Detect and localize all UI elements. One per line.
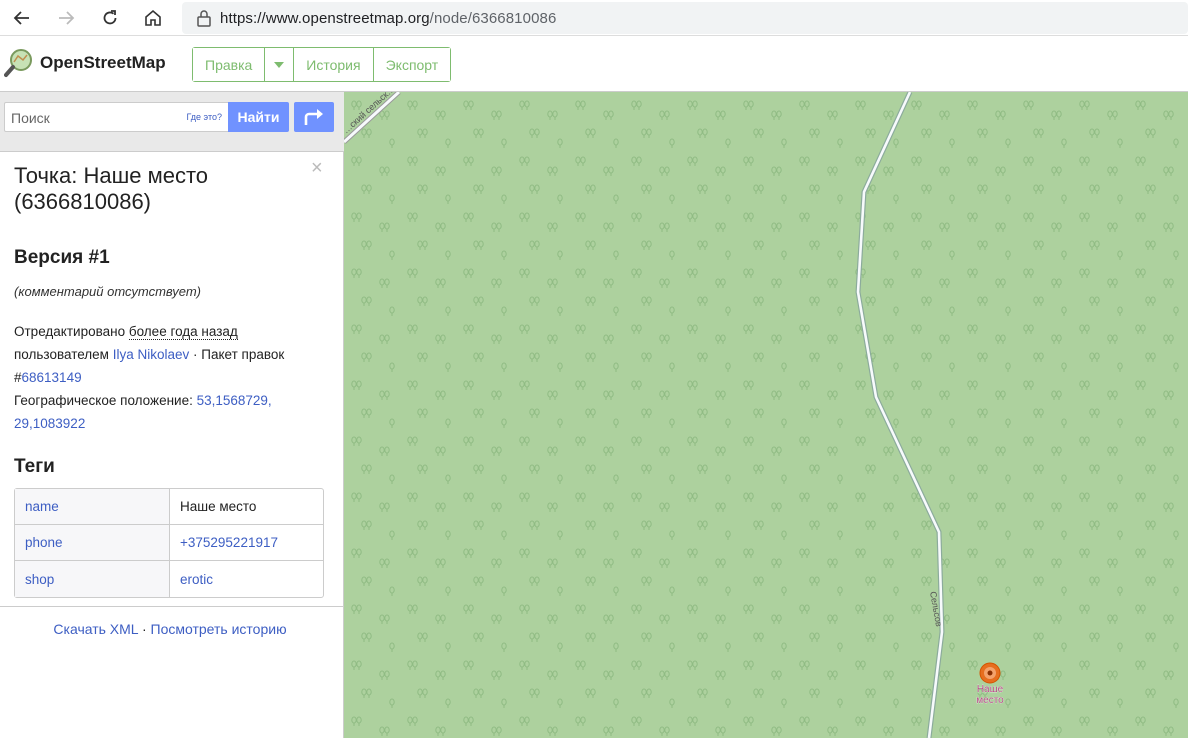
site-header: OpenStreetMap Правка История Экспорт	[0, 36, 1188, 92]
tag-key[interactable]: name	[15, 489, 170, 525]
tag-key[interactable]: shop	[15, 561, 170, 597]
tab-edit[interactable]: Правка	[193, 48, 266, 81]
version-heading: Версия #1	[14, 247, 110, 268]
footer-links: Скачать XML · Посмотреть историю	[0, 621, 340, 637]
edited-time: более года назад	[128, 324, 238, 340]
table-row: phone +375295221917	[15, 525, 323, 561]
address-bar[interactable]: https://www.openstreetmap.org/node/63668…	[182, 2, 1188, 34]
by-prefix: пользователем	[14, 347, 109, 362]
url-path: /node/6366810086	[429, 9, 557, 27]
view-history-link[interactable]: Посмотреть историю	[151, 621, 287, 637]
edited-prefix: Отредактировано	[14, 324, 126, 339]
forest-pattern	[344, 92, 1188, 738]
url-host: https://www.openstreetmap.org	[220, 9, 430, 27]
location-lat-link[interactable]: 53,1568729,	[197, 393, 272, 408]
tab-export[interactable]: Экспорт	[373, 48, 451, 81]
map-view[interactable]: …ский сельск… Сельсов Наше место	[344, 92, 1188, 738]
edit-dropdown-button[interactable]	[265, 48, 295, 81]
tag-value[interactable]: erotic	[170, 561, 323, 597]
browser-toolbar: https://www.openstreetmap.org/node/63668…	[0, 0, 1188, 36]
download-xml-link[interactable]: Скачать XML	[53, 621, 138, 637]
poi-marker[interactable]	[979, 662, 1001, 684]
changeset-comment: (комментарий отсутствует)	[14, 284, 201, 299]
changeset-link[interactable]: 68613149	[22, 370, 82, 385]
search-placeholder: Поиск	[11, 110, 50, 126]
tag-key[interactable]: phone	[15, 525, 170, 561]
url-text: https://www.openstreetmap.org/node/63668…	[220, 10, 556, 27]
back-icon[interactable]	[8, 4, 36, 32]
edit-tabs: Правка История Экспорт	[192, 47, 452, 82]
tag-value: Наше место	[170, 489, 323, 525]
directions-icon	[304, 109, 323, 125]
tags-heading: Теги	[14, 456, 55, 477]
table-row: shop erotic	[15, 561, 323, 597]
user-link[interactable]: Ilya Nikolaev	[113, 347, 190, 362]
divider	[0, 606, 343, 607]
reload-icon[interactable]	[96, 4, 124, 32]
logo-text: OpenStreetMap	[40, 53, 166, 72]
osm-logo-icon	[4, 49, 32, 77]
sidebar: Поиск Где это? Найти × Точка: Наше место…	[0, 92, 344, 738]
page-title: Точка: Наше место (6366810086)	[14, 163, 209, 214]
poi-label-line1: Наше	[977, 684, 1004, 695]
search-input[interactable]: Поиск Где это?	[4, 102, 229, 132]
tags-table: name Наше место phone +375295221917 shop…	[14, 488, 324, 598]
node-metadata: Отредактировано более года назад пользов…	[14, 320, 314, 435]
table-row: name Наше место	[15, 489, 323, 525]
directions-button[interactable]	[294, 102, 334, 132]
map-canvas[interactable]: …ский сельск… Сельсов Наше место	[344, 92, 1188, 738]
tag-value[interactable]: +375295221917	[170, 525, 323, 561]
tab-history[interactable]: История	[294, 48, 374, 81]
chevron-down-icon	[274, 61, 285, 68]
search-bar: Поиск Где это? Найти	[0, 92, 344, 152]
logo[interactable]: OpenStreetMap	[4, 48, 166, 78]
forward-icon[interactable]	[52, 4, 80, 32]
poi-label-line2: место	[976, 695, 1004, 706]
footer-separator: ·	[141, 621, 147, 637]
lock-icon	[196, 9, 212, 27]
find-button[interactable]: Найти	[228, 102, 289, 132]
home-icon[interactable]	[139, 4, 167, 32]
location-lon-link[interactable]: 29,1083922	[14, 416, 85, 431]
location-prefix: Географическое положение:	[14, 393, 193, 408]
close-icon[interactable]: ×	[311, 157, 323, 180]
where-is-this-link[interactable]: Где это?	[187, 112, 222, 122]
